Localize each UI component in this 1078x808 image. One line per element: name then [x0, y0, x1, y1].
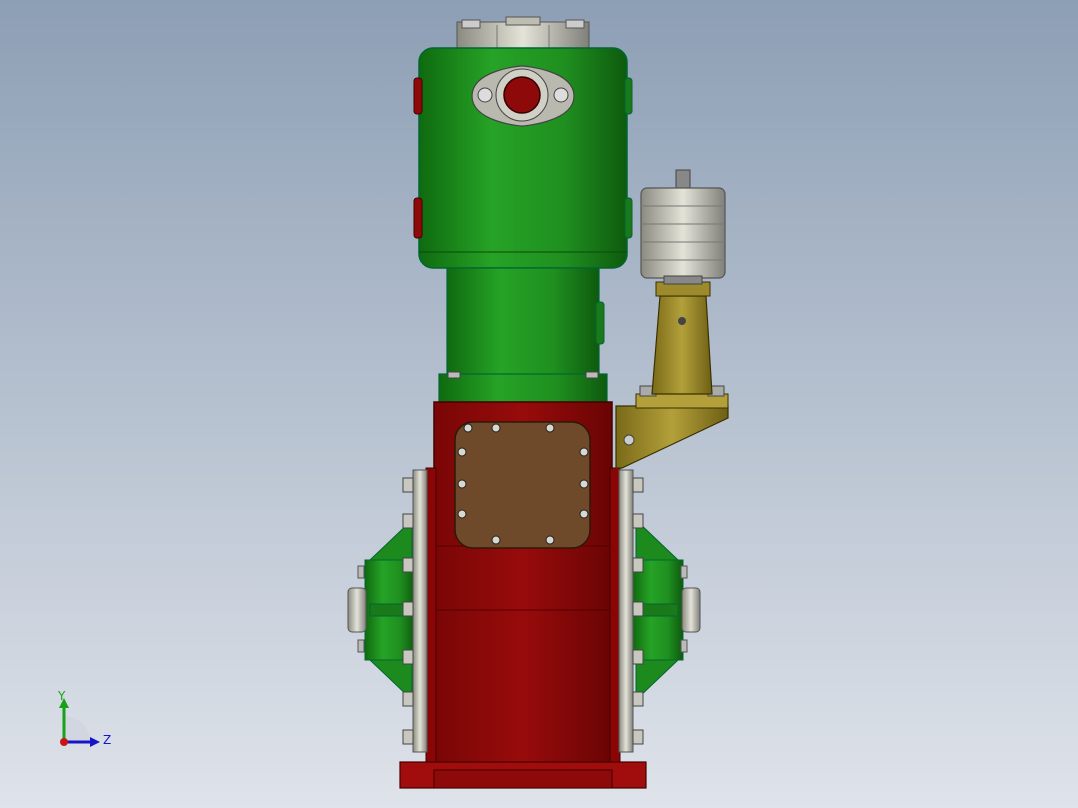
cover-bolt	[463, 423, 473, 433]
inspection-cover[interactable]	[454, 421, 591, 549]
bolt	[402, 649, 414, 665]
cover-bolt	[545, 423, 555, 433]
y-axis-label: Y	[58, 689, 66, 703]
z-axis-label: Z	[103, 733, 112, 747]
left-bolts	[402, 477, 414, 745]
compressor-model[interactable]	[0, 0, 1078, 808]
bolt	[402, 513, 414, 529]
cylinder-neck[interactable]	[438, 267, 608, 405]
bolt	[402, 557, 414, 573]
right-guide-plate	[618, 469, 634, 753]
cover-bolt	[491, 535, 501, 545]
cover-bolt	[579, 509, 589, 519]
right-bolts	[632, 477, 644, 745]
cover-bolt	[579, 479, 589, 489]
bolt	[632, 557, 644, 573]
cover-bolt	[457, 479, 467, 489]
cover-bolt	[457, 509, 467, 519]
cover-bolt	[457, 447, 467, 457]
z-axis-arrowhead	[90, 737, 100, 747]
bolt	[632, 477, 644, 493]
drive-pedestal[interactable]	[651, 281, 713, 395]
cad-viewport[interactable]: Y Z	[0, 0, 1078, 808]
upper-cylinder-head[interactable]	[456, 16, 590, 51]
left-guide-plate	[412, 469, 428, 753]
bolt	[632, 601, 644, 617]
cover-bolt	[491, 423, 501, 433]
cover-bolt	[545, 535, 555, 545]
x-axis-origin	[60, 738, 68, 746]
valve-flange[interactable]	[471, 65, 575, 127]
bolt	[632, 513, 644, 529]
bolt	[402, 729, 414, 745]
cover-bolt	[579, 447, 589, 457]
bolt	[632, 729, 644, 745]
bolt	[632, 691, 644, 707]
bolt	[402, 477, 414, 493]
bolt	[402, 601, 414, 617]
bolt	[632, 649, 644, 665]
bolt	[402, 691, 414, 707]
